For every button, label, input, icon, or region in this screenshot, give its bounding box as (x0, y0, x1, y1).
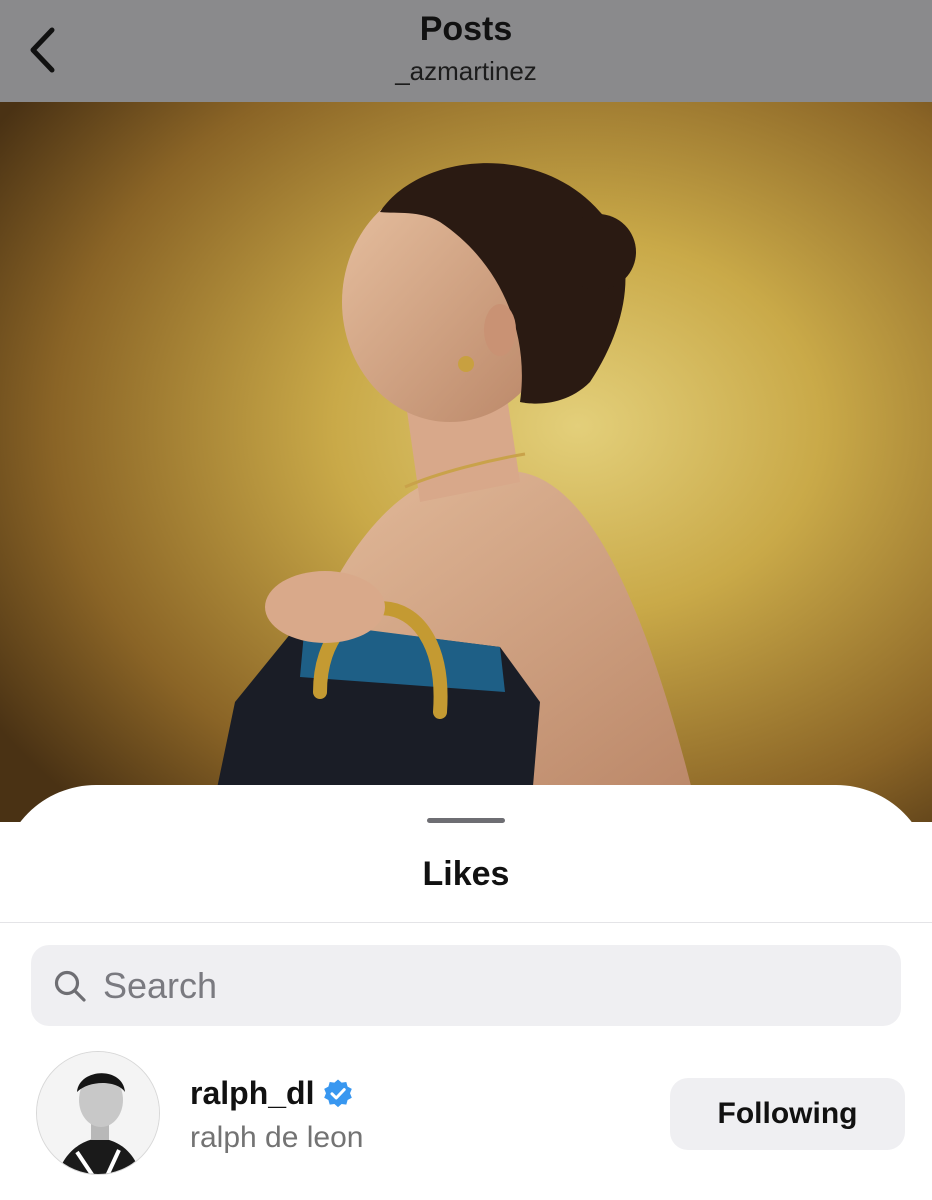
top-nav-bar: Posts _azmartinez (0, 0, 932, 102)
like-full-name: ralph de leon (190, 1121, 364, 1154)
account-username: _azmartinez (395, 56, 537, 86)
username-line: ralph_dl (190, 1075, 354, 1112)
post-image[interactable] (0, 102, 932, 822)
sheet-title: Likes (422, 855, 510, 893)
search-icon (54, 970, 86, 1002)
avatar[interactable] (36, 1051, 160, 1175)
verified-badge-icon (324, 1079, 353, 1107)
divider (0, 922, 932, 923)
like-username[interactable]: ralph_dl (190, 1075, 314, 1112)
page-title: Posts (419, 10, 513, 48)
list-item[interactable]: ralph_dl ralph de leon Following (0, 1047, 932, 1179)
likes-sheet: Likes ralph_dl ral (0, 785, 932, 1200)
following-button[interactable]: Following (670, 1078, 905, 1150)
search-input[interactable] (103, 964, 863, 1007)
search-bar[interactable] (31, 945, 901, 1026)
post-photo-illustration (0, 102, 932, 822)
avatar-photo (37, 1052, 159, 1174)
sheet-grabber[interactable] (427, 818, 505, 823)
